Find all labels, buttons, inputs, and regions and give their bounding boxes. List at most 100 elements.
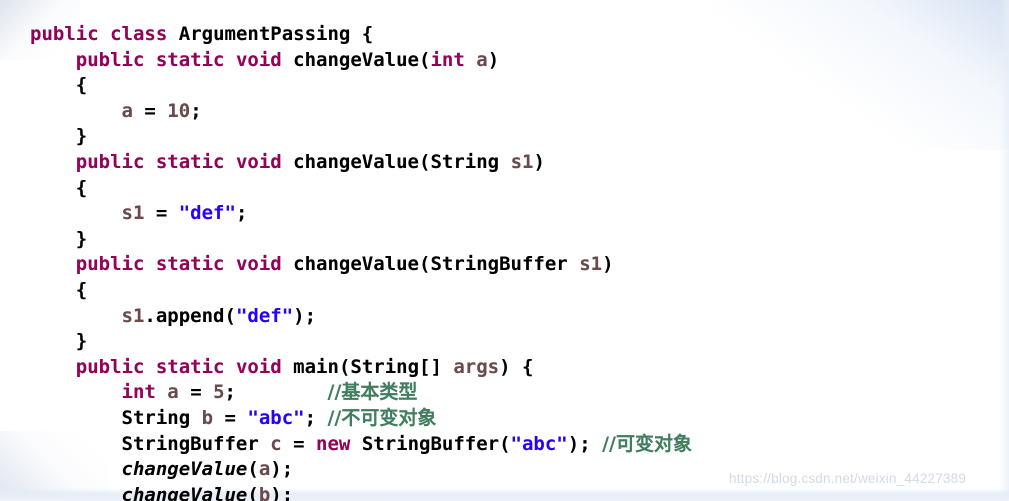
code-token-id: ArgumentPassing xyxy=(178,23,351,45)
code-line: a = 10; xyxy=(30,99,692,125)
code-token-pn: ; xyxy=(235,202,248,225)
code-token-id: changeValue xyxy=(293,150,420,173)
code-token-id: String xyxy=(430,150,500,173)
code-line: StringBuffer c = new StringBuffer("abc")… xyxy=(30,432,692,458)
code-token-var: c xyxy=(270,432,282,455)
code-token-var: s1 xyxy=(121,304,145,327)
code-token-pn xyxy=(167,23,178,45)
code-line: public static void changeValue(StringBuf… xyxy=(30,252,692,278)
code-token-pn: ); xyxy=(293,304,317,327)
code-token-cmt: //可变对象 xyxy=(602,432,692,455)
code-token-pn xyxy=(99,23,110,45)
code-token-kw: void xyxy=(235,355,282,378)
code-line: public static void changeValue(int a) xyxy=(30,48,692,74)
code-token-pn: { xyxy=(75,278,88,301)
code-token-pn: ( xyxy=(419,150,431,173)
code-token-kw: public xyxy=(75,48,145,71)
edge-band-right xyxy=(999,0,1009,501)
code-token-pn xyxy=(144,356,155,378)
code-token-pn: = xyxy=(178,381,214,404)
code-token-pn xyxy=(190,407,201,429)
code-token-pn: ( xyxy=(247,483,259,501)
code-token-kw: public xyxy=(30,23,99,45)
code-token-pn: } xyxy=(75,330,88,353)
code-token-id: changeValue xyxy=(293,48,420,71)
code-token-pn: ) xyxy=(533,150,545,173)
code-token-kw: new xyxy=(316,432,351,455)
code-token-pn xyxy=(350,433,361,455)
code-token-id: StringBuffer xyxy=(430,253,568,276)
code-line: int a = 5; //基本类型 xyxy=(30,380,692,406)
code-token-pn: ( xyxy=(499,432,511,455)
code-token-num: 10 xyxy=(167,99,191,122)
code-token-pn: = xyxy=(132,99,168,122)
code-token-pn xyxy=(282,49,293,71)
code-token-pn: ); xyxy=(270,483,294,501)
code-token-id: append xyxy=(155,304,225,327)
code-line: public static void changeValue(String s1… xyxy=(30,150,692,176)
code-token-pn xyxy=(465,49,476,71)
code-token-pn: ); xyxy=(270,458,294,481)
code-token-var: a xyxy=(476,48,488,71)
code-token-pn xyxy=(236,381,328,403)
code-token-pn xyxy=(225,356,236,378)
code-line: changeValue(a); xyxy=(30,457,692,483)
code-token-pn: ( xyxy=(338,355,351,378)
code-line: } xyxy=(30,227,692,253)
code-token-kw: public xyxy=(75,150,145,173)
corner-glare-top-right xyxy=(709,0,1009,150)
code-token-pn: [] xyxy=(419,355,454,378)
code-line: } xyxy=(30,124,692,150)
code-token-kw: void xyxy=(235,253,282,276)
code-token-pn: ); xyxy=(567,432,603,455)
code-token-pn xyxy=(282,253,293,275)
code-token-pn xyxy=(144,49,155,71)
code-token-var: a xyxy=(167,381,179,404)
code-token-pn: { xyxy=(350,23,374,45)
code-token-pn xyxy=(282,151,293,173)
code-token-pn: = xyxy=(213,406,248,429)
code-token-cmt: //基本类型 xyxy=(327,381,418,404)
code-token-pn: = xyxy=(144,202,179,225)
code-token-id: StringBuffer xyxy=(121,432,259,455)
code-token-kw: void xyxy=(235,48,282,71)
code-token-pn xyxy=(144,151,155,173)
code-token-var: s1 xyxy=(510,150,534,173)
code-token-var: s1 xyxy=(579,253,603,276)
code-token-id: main xyxy=(293,355,339,378)
code-token-pn xyxy=(144,253,155,275)
code-line: { xyxy=(30,176,692,202)
code-token-pn xyxy=(225,253,236,275)
code-token-var: b xyxy=(258,483,271,501)
code-token-str: "def" xyxy=(235,304,294,327)
code-token-str: "abc" xyxy=(247,406,305,429)
code-token-id: String xyxy=(350,355,420,378)
code-token-pn: ( xyxy=(247,458,259,481)
code-line: public class ArgumentPassing { xyxy=(30,22,692,48)
code-token-pn: { xyxy=(75,74,88,97)
code-token-var: a xyxy=(121,99,133,122)
code-token-kw: static xyxy=(155,253,225,276)
csdn-watermark: https://blog.csdn.net/weixin_44227389 xyxy=(729,471,967,486)
code-token-var: a xyxy=(258,458,271,481)
code-token-pn: ; xyxy=(224,381,236,404)
code-token-pn xyxy=(156,381,167,403)
code-token-mcall: changeValue xyxy=(121,483,248,501)
code-line: } xyxy=(30,329,692,355)
code-token-kw: class xyxy=(110,23,168,45)
code-token-pn: } xyxy=(75,227,88,250)
code-token-pn xyxy=(259,433,270,455)
